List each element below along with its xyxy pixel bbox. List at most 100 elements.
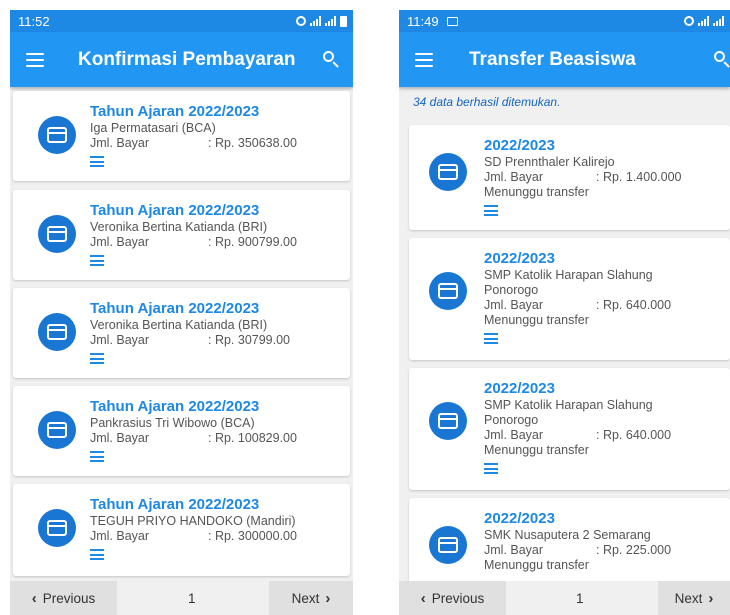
- menu-button[interactable]: [399, 32, 449, 87]
- card-amount-label: Jml. Bayar: [90, 529, 150, 543]
- card-status: Menunggu transfer: [484, 313, 589, 327]
- chevron-right-icon: ›: [325, 589, 331, 607]
- signal-icon: [310, 16, 321, 26]
- app-bar: Konfirmasi Pembayaran: [10, 32, 353, 87]
- pagination: ‹ Previous 1 Next ›: [399, 581, 730, 615]
- card-amount-label: Jml. Bayar: [90, 333, 150, 347]
- card-amount: : Rp. 1.400.000: [596, 170, 682, 184]
- next-label: Next: [291, 590, 320, 606]
- search-icon[interactable]: [712, 49, 730, 71]
- card-amount: : Rp. 640.000: [596, 428, 672, 442]
- signal-icon: [698, 16, 709, 26]
- gallery-icon: [446, 16, 458, 26]
- card-amount: : Rp. 640.000: [596, 298, 672, 312]
- card-school: SMK Nusaputera 2 Semarang: [484, 528, 651, 542]
- list-icon[interactable]: [484, 205, 498, 216]
- card-title: Tahun Ajaran 2022/2023: [90, 398, 260, 415]
- credit-card-icon: [429, 153, 467, 191]
- card-school-line2: Ponorogo: [484, 283, 539, 297]
- list-icon[interactable]: [90, 451, 104, 462]
- previous-label: Previous: [431, 590, 485, 606]
- card-title: Tahun Ajaran 2022/2023: [90, 496, 260, 513]
- transfer-card[interactable]: 2022/2023 SD Prennthaler Kalirejo Jml. B…: [409, 125, 730, 230]
- card-title: 2022/2023: [484, 510, 555, 527]
- payment-card[interactable]: Tahun Ajaran 2022/2023 Veronika Bertina …: [13, 288, 350, 378]
- next-button[interactable]: Next ›: [269, 581, 353, 615]
- card-amount-label: Jml. Bayar: [484, 428, 544, 442]
- list-icon[interactable]: [484, 333, 498, 344]
- list-icon[interactable]: [484, 463, 498, 474]
- status-time: 11:52: [18, 13, 50, 29]
- status-left: 11:49: [407, 14, 458, 29]
- menu-button[interactable]: [10, 32, 60, 87]
- previous-button[interactable]: ‹ Previous: [399, 581, 506, 615]
- signal-icon: [325, 16, 336, 26]
- page-title: Transfer Beasiswa: [469, 48, 636, 70]
- card-content: 2022/2023 SD Prennthaler Kalirejo Jml. B…: [484, 137, 681, 216]
- card-content: Tahun Ajaran 2022/2023 TEGUH PRIYO HANDO…: [90, 496, 297, 560]
- card-content: Tahun Ajaran 2022/2023 Veronika Bertina …: [90, 300, 290, 364]
- card-payer: Iga Permatasari (BCA): [90, 121, 216, 135]
- card-amount: : Rp. 350638.00: [208, 136, 297, 150]
- card-amount: : Rp. 100829.00: [208, 431, 297, 445]
- card-content: 2022/2023 SMP Katolik Harapan Slahung Po…: [484, 380, 671, 474]
- payment-card[interactable]: Tahun Ajaran 2022/2023 Pankrasius Tri Wi…: [13, 386, 350, 476]
- card-amount-label: Jml. Bayar: [484, 170, 544, 184]
- transfer-card[interactable]: 2022/2023 SMP Katolik Harapan Slahung Po…: [409, 238, 730, 360]
- card-payer: Veronika Bertina Katianda (BRI): [90, 318, 268, 332]
- card-title: Tahun Ajaran 2022/2023: [90, 202, 260, 219]
- card-title: Tahun Ajaran 2022/2023: [90, 300, 260, 317]
- card-amount-label: Jml. Bayar: [90, 235, 150, 249]
- payment-card[interactable]: Tahun Ajaran 2022/2023 Iga Permatasari (…: [13, 91, 350, 181]
- transfer-card[interactable]: 2022/2023 SMP Katolik Harapan Slahung Po…: [409, 368, 730, 490]
- previous-label: Previous: [42, 590, 96, 606]
- page-title: Konfirmasi Pembayaran: [78, 48, 296, 70]
- card-content: Tahun Ajaran 2022/2023 Pankrasius Tri Wi…: [90, 398, 297, 462]
- search-icon[interactable]: [321, 49, 343, 71]
- card-amount: : Rp. 30799.00: [208, 333, 291, 347]
- list-icon[interactable]: [90, 255, 104, 266]
- chevron-left-icon: ‹: [420, 589, 426, 607]
- pagination: ‹ Previous 1 Next ›: [10, 581, 353, 615]
- left-phone-screen: 11:52 Konfirmasi Pembayaran Tahun Ajaran…: [10, 10, 353, 615]
- card-title: 2022/2023: [484, 250, 555, 267]
- hamburger-icon: [26, 52, 44, 67]
- card-school: SMP Katolik Harapan Slahung: [484, 268, 653, 282]
- list-icon[interactable]: [90, 549, 104, 560]
- card-status: Menunggu transfer: [484, 443, 589, 457]
- card-amount: : Rp. 225.000: [596, 543, 672, 557]
- card-school: SMP Katolik Harapan Slahung: [484, 398, 653, 412]
- status-time: 11:49: [407, 13, 439, 29]
- card-status: Menunggu transfer: [484, 558, 589, 572]
- credit-card-icon: [38, 215, 76, 253]
- card-payer: Veronika Bertina Katianda (BRI): [90, 220, 268, 234]
- credit-card-icon: [38, 509, 76, 547]
- status-bar: 11:49: [399, 10, 730, 32]
- card-amount: : Rp. 300000.00: [208, 529, 297, 543]
- list-icon[interactable]: [90, 156, 104, 167]
- card-content: Tahun Ajaran 2022/2023 Iga Permatasari (…: [90, 103, 297, 167]
- app-bar: Transfer Beasiswa: [399, 32, 730, 87]
- transfer-card[interactable]: 2022/2023 SMK Nusaputera 2 Semarang Jml.…: [409, 498, 730, 588]
- payment-card[interactable]: Tahun Ajaran 2022/2023 TEGUH PRIYO HANDO…: [13, 484, 350, 576]
- payment-card[interactable]: Tahun Ajaran 2022/2023 Veronika Bertina …: [13, 190, 350, 280]
- hamburger-icon: [415, 52, 433, 67]
- next-button[interactable]: Next ›: [658, 581, 730, 615]
- status-icons: [296, 15, 347, 27]
- right-phone-screen: 11:49 Transfer Beasiswa 34 data berhasil…: [399, 10, 730, 615]
- credit-card-icon: [38, 116, 76, 154]
- credit-card-icon: [429, 272, 467, 310]
- page-number: 1: [576, 590, 584, 606]
- status-bar: 11:52: [10, 10, 353, 32]
- list-icon[interactable]: [90, 353, 104, 364]
- card-payer: Pankrasius Tri Wibowo (BCA): [90, 416, 255, 430]
- card-amount-label: Jml. Bayar: [90, 431, 150, 445]
- card-title: Tahun Ajaran 2022/2023: [90, 103, 260, 120]
- card-payer: TEGUH PRIYO HANDOKO (Mandiri): [90, 514, 296, 528]
- alarm-icon: [684, 16, 694, 26]
- previous-button[interactable]: ‹ Previous: [10, 581, 117, 615]
- alarm-icon: [296, 16, 306, 26]
- card-content: Tahun Ajaran 2022/2023 Veronika Bertina …: [90, 202, 297, 266]
- battery-icon: [340, 15, 347, 27]
- chevron-right-icon: ›: [708, 589, 714, 607]
